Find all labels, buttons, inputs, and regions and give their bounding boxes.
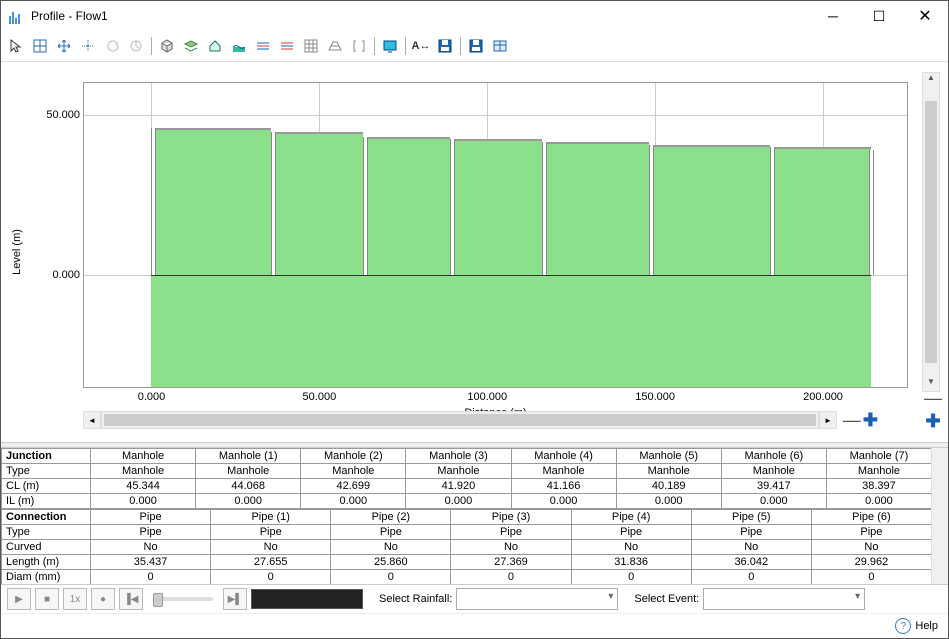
table-row: IL (m)0.0000.0000.0000.0000.0000.0000.00… — [2, 494, 932, 509]
chart-hscroll[interactable]: ◄ ► — ✚ — [83, 412, 878, 428]
x-tick: 150.000 — [635, 387, 675, 403]
zoom-extent-icon[interactable] — [29, 35, 51, 57]
titlebar: Profile - Flow1 ─ ☐ ✕ — [1, 1, 948, 31]
window-title: Profile - Flow1 — [31, 9, 108, 23]
help-icon[interactable]: ? — [895, 618, 911, 634]
table-row: Length (m)35.43727.65525.86027.36931.836… — [2, 555, 932, 570]
perspective-icon[interactable] — [324, 35, 346, 57]
y-axis-label: Level (m) — [11, 229, 23, 275]
x-tick: 200.000 — [803, 387, 843, 403]
house-icon[interactable] — [204, 35, 226, 57]
speed-button[interactable]: 1x — [63, 588, 87, 610]
save-icon[interactable] — [434, 35, 456, 57]
pan-free-icon[interactable] — [77, 35, 99, 57]
play-button[interactable]: ▶ — [7, 588, 31, 610]
y-tick: 50.000 — [46, 109, 84, 121]
prev-button[interactable]: ▐◀ — [119, 588, 143, 610]
layers-icon[interactable] — [180, 35, 202, 57]
table-row: TypePipePipePipePipePipePipePipe — [2, 525, 932, 540]
select-event-label: Select Event: — [634, 593, 699, 605]
close-button[interactable]: ✕ — [902, 1, 948, 31]
select-event-dropdown[interactable] — [703, 588, 865, 610]
scroll-left-icon[interactable]: ◄ — [83, 411, 101, 429]
connection-table: Connection Pipe Pipe (1) Pipe (2) Pipe (… — [1, 509, 932, 584]
app-window: Profile - Flow1 ─ ☐ ✕ A↔ Level (m) — [0, 0, 949, 639]
separator-icon — [374, 37, 375, 55]
chart-area: Level (m) — [1, 62, 948, 442]
table-vscroll[interactable] — [931, 448, 948, 584]
hzoom-in-icon[interactable]: ✚ — [863, 410, 878, 431]
table-row: Diam (mm)0000000 — [2, 570, 932, 585]
chart-vscroll[interactable]: ▲ ▼ — [922, 72, 940, 392]
progress-display — [251, 589, 363, 609]
x-tick: 0.000 — [138, 387, 166, 403]
playback-bar: ▶ ■ 1x ● ▐◀ ▶▌ Select Rainfall: Select E… — [1, 584, 948, 613]
junction-section-header: Junction — [2, 449, 91, 464]
rotate-ccw-icon[interactable] — [101, 35, 123, 57]
pan-icon[interactable] — [53, 35, 75, 57]
footer: ? Help — [1, 613, 948, 638]
scroll-right-icon[interactable]: ► — [819, 411, 837, 429]
vzoom-in-icon[interactable]: ✚ — [925, 411, 940, 432]
save2-icon[interactable] — [465, 35, 487, 57]
separator-icon — [151, 37, 152, 55]
maximize-button[interactable]: ☐ — [856, 1, 902, 31]
record-button[interactable]: ● — [91, 588, 115, 610]
cube-icon[interactable] — [156, 35, 178, 57]
x-tick: 50.000 — [303, 387, 337, 403]
grid-icon[interactable] — [300, 35, 322, 57]
separator-icon — [405, 37, 406, 55]
next-button[interactable]: ▶▌ — [223, 588, 247, 610]
vzoom-out-icon[interactable]: — — [924, 388, 942, 409]
select-rainfall-dropdown[interactable] — [456, 588, 618, 610]
time-slider[interactable] — [153, 597, 213, 601]
table-row: TypeManholeManholeManholeManholeManholeM… — [2, 464, 932, 479]
app-icon — [9, 8, 25, 24]
screen-icon[interactable] — [379, 35, 401, 57]
table-row: CL (m)45.34444.06842.69941.92041.16640.1… — [2, 479, 932, 494]
minimize-button[interactable]: ─ — [810, 1, 856, 31]
profile-plot[interactable]: 50.000 0.000 0.000 50.000 100.000 150.00… — [83, 82, 908, 388]
measure-icon[interactable]: A↔ — [410, 35, 432, 57]
toolbar: A↔ — [1, 31, 948, 62]
stop-button[interactable]: ■ — [35, 588, 59, 610]
hzoom-out-icon[interactable]: — — [843, 410, 861, 431]
connection-section-header: Connection — [2, 510, 91, 525]
data-table-area: Junction Manhole Manhole (1) Manhole (2)… — [1, 448, 948, 584]
table-icon[interactable] — [489, 35, 511, 57]
separator-icon — [460, 37, 461, 55]
table-row: CurvedNoNoNoNoNoNoNo — [2, 540, 932, 555]
water-icon[interactable] — [228, 35, 250, 57]
help-link[interactable]: Help — [915, 620, 938, 632]
lines-red-icon[interactable] — [252, 35, 274, 57]
select-rainfall-label: Select Rainfall: — [379, 593, 452, 605]
bracket-icon[interactable] — [348, 35, 370, 57]
y-tick: 0.000 — [52, 269, 84, 281]
x-tick: 100.000 — [467, 387, 507, 403]
scroll-up-icon[interactable]: ▲ — [923, 73, 939, 87]
rotate-cw-icon[interactable] — [125, 35, 147, 57]
lines-blue-icon[interactable] — [276, 35, 298, 57]
pointer-icon[interactable] — [5, 35, 27, 57]
junction-table: Junction Manhole Manhole (1) Manhole (2)… — [1, 448, 932, 509]
